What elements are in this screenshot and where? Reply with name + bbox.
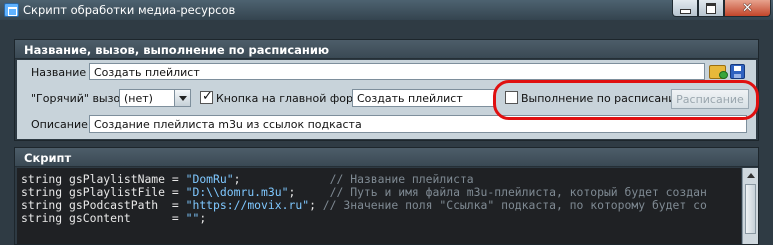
description-label: Описание xyxy=(31,118,88,131)
script-panel: Скрипт string gsPlaylistName = "DomRu"; … xyxy=(14,147,759,245)
schedule-panel-header: Название, вызов, выполнение по расписани… xyxy=(15,40,758,59)
code-type: string xyxy=(21,172,70,186)
main-form-checkbox-label: Кнопка на главной форме xyxy=(216,92,369,105)
hotkey-label: "Горячий" вызов xyxy=(31,92,127,105)
name-label: Название xyxy=(31,66,87,79)
code-punct: ; xyxy=(309,198,323,212)
minimize-button[interactable] xyxy=(672,0,698,17)
open-folder-icon[interactable] xyxy=(709,65,728,79)
hotkey-dropdown-button[interactable] xyxy=(174,90,190,106)
maximize-icon xyxy=(706,2,716,14)
code-punct: ; xyxy=(233,172,330,186)
title-bar: Скрипт обработки медиа-ресурсов ✕ xyxy=(0,0,773,20)
code-identifier: gsPodcastPath = xyxy=(69,198,186,212)
code-type: string xyxy=(21,211,70,225)
vertical-scrollbar[interactable] xyxy=(742,168,758,244)
scroll-thumb[interactable] xyxy=(745,184,756,234)
code-identifier: gsPlaylistFile = xyxy=(69,185,186,199)
code-comment: // Путь и имя файла m3u-плейлиста, котор… xyxy=(329,185,707,199)
code-comment: // Значение поля "Ссылка" подкаста, по к… xyxy=(322,198,707,212)
code-editor[interactable]: string gsPlaylistName = "DomRu"; // Назв… xyxy=(17,168,741,244)
code-type: string xyxy=(21,198,70,212)
code-punct: ; xyxy=(288,185,330,199)
close-icon: ✕ xyxy=(742,0,753,16)
minimize-icon xyxy=(679,8,691,14)
main-form-button-text-input[interactable]: Создать плейлист xyxy=(352,89,495,107)
code-identifier: gsPlaylistName = xyxy=(69,172,186,186)
code-punct: ; xyxy=(199,211,207,225)
chevron-down-icon xyxy=(178,95,187,101)
script-panel-header: Скрипт xyxy=(15,148,758,167)
code-line: string gsContent = ""; xyxy=(21,212,741,225)
main-form-checkbox[interactable] xyxy=(200,89,213,104)
window-title: Скрипт обработки медиа-ресурсов xyxy=(23,3,236,17)
maximize-button[interactable] xyxy=(698,0,724,17)
code-comment: // Название плейлиста xyxy=(329,172,474,186)
code-identifier: gsContent = xyxy=(69,211,186,225)
code-string: "D:\\domru.m3u" xyxy=(185,185,289,199)
scroll-up-icon[interactable] xyxy=(747,173,755,178)
app-icon xyxy=(4,3,19,17)
code-type: string xyxy=(21,185,70,199)
highlight-frame xyxy=(493,80,759,120)
hotkey-select-value: (нет) xyxy=(124,92,153,105)
hotkey-select[interactable]: (нет) xyxy=(119,89,191,107)
code-string: "" xyxy=(185,211,200,225)
save-icon[interactable] xyxy=(730,64,745,79)
code-string: "DomRu" xyxy=(185,172,234,186)
name-input[interactable]: Создать плейлист xyxy=(89,63,705,80)
close-button[interactable]: ✕ xyxy=(724,0,771,17)
code-string: "https://movix.ru" xyxy=(185,198,310,212)
